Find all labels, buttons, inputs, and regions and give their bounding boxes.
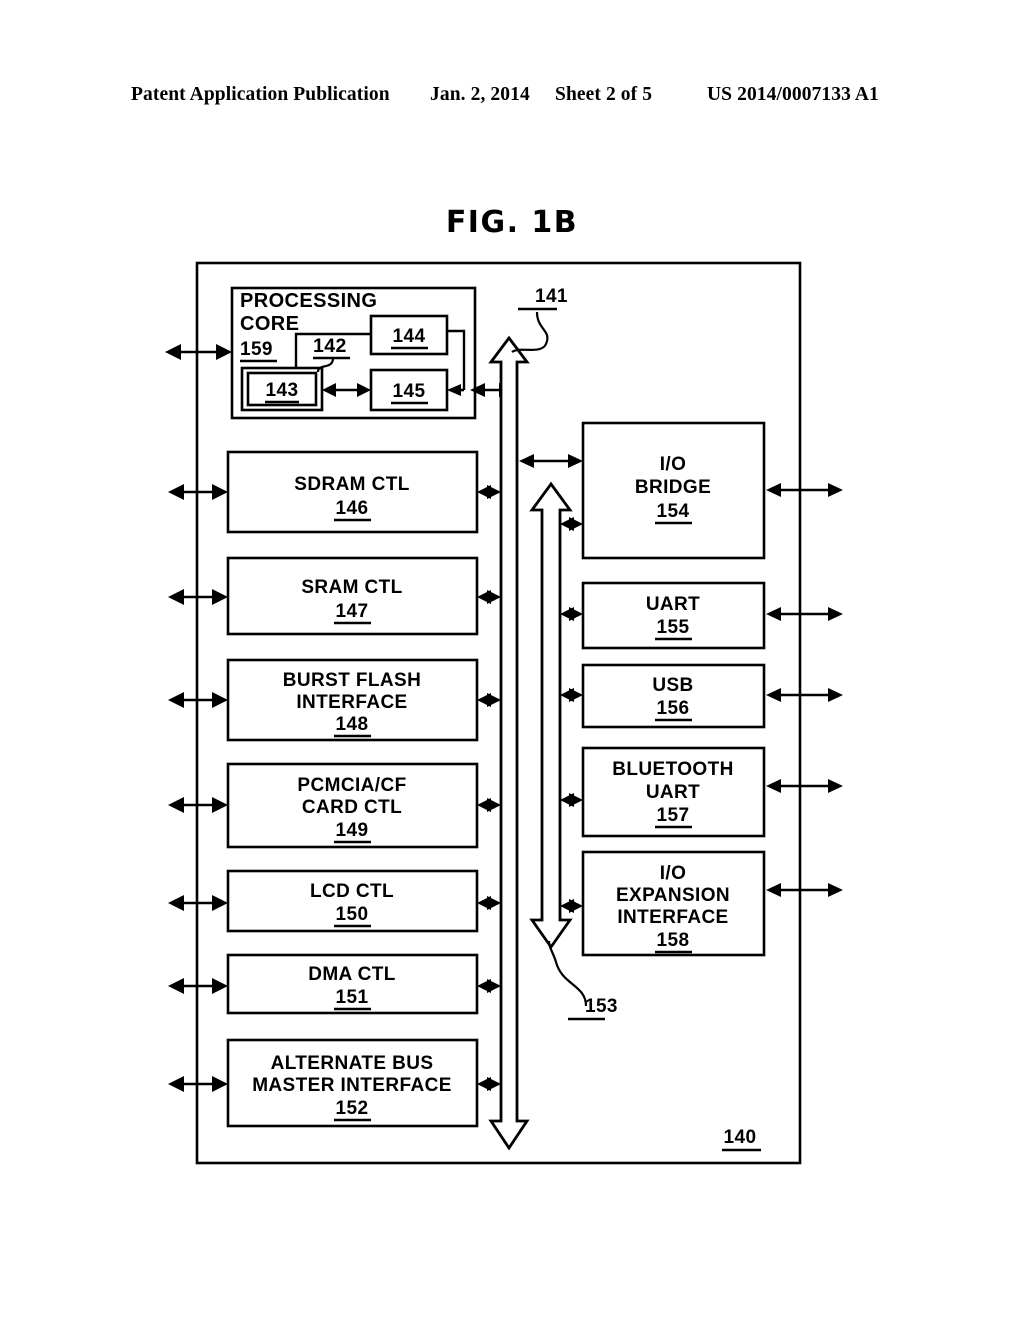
- block-148-label-1: INTERFACE: [296, 692, 407, 713]
- ref-148: 148: [336, 714, 369, 735]
- block-147-label-0: SRAM CTL: [301, 577, 402, 598]
- block-156-label-0: USB: [652, 675, 693, 696]
- block-149-label-1: CARD CTL: [302, 797, 402, 818]
- ref-158: 158: [657, 930, 690, 951]
- ref-146: 146: [336, 498, 369, 519]
- processing-core-title-line1: PROCESSING: [240, 290, 377, 312]
- block-157-label-1: UART: [646, 782, 700, 803]
- ref-141: 141: [535, 286, 568, 307]
- block-149-label-0: PCMCIA/CF: [297, 775, 406, 796]
- block-diagram: 140 PROCESSING CORE 159 144 145 143 142 …: [165, 261, 843, 1165]
- patent-page: Patent Application Publication Jan. 2, 2…: [0, 0, 1024, 1320]
- ref-153: 153: [585, 996, 618, 1017]
- block-151-label-0: DMA CTL: [308, 964, 396, 985]
- block-158-label-0: I/O: [660, 863, 687, 884]
- block-152-label-1: MASTER INTERFACE: [252, 1075, 452, 1096]
- block-146-label-0: SDRAM CTL: [294, 474, 409, 495]
- main-bus-141-arrow: [488, 335, 530, 1151]
- ref-159: 159: [240, 339, 273, 360]
- block-158-label-1: EXPANSION: [616, 885, 730, 906]
- ref-142: 142: [313, 335, 347, 357]
- ref-152: 152: [336, 1098, 369, 1119]
- ref-154: 154: [657, 501, 690, 522]
- ref-150: 150: [336, 904, 369, 925]
- ref-140: 140: [724, 1127, 757, 1148]
- block-155-label-0: UART: [646, 594, 700, 615]
- ref-147: 147: [336, 601, 369, 622]
- block-157-label-0: BLUETOOTH: [612, 759, 733, 780]
- ref-156: 156: [657, 698, 690, 719]
- ref-155: 155: [657, 617, 690, 638]
- block-158-label-2: INTERFACE: [617, 907, 728, 928]
- figure-1b: FIG. 1B 140 PROCESSING CORE 159 144 145 …: [0, 0, 1024, 1320]
- ref-151: 151: [336, 987, 369, 1008]
- ref-145: 145: [393, 381, 426, 402]
- block-154-label-1: BRIDGE: [635, 477, 711, 498]
- block-150-label-0: LCD CTL: [310, 881, 394, 902]
- ref-149: 149: [336, 820, 369, 841]
- block-154-label-0: I/O: [660, 454, 687, 475]
- block-152-label-0: ALTERNATE BUS: [271, 1053, 434, 1074]
- ref-157: 157: [657, 805, 690, 826]
- ref-144: 144: [393, 326, 426, 347]
- block-148-label-0: BURST FLASH: [283, 670, 421, 691]
- processing-core-title-line2: CORE: [240, 313, 299, 335]
- ref-143: 143: [266, 380, 299, 401]
- secondary-bus-153-arrow: [529, 481, 573, 950]
